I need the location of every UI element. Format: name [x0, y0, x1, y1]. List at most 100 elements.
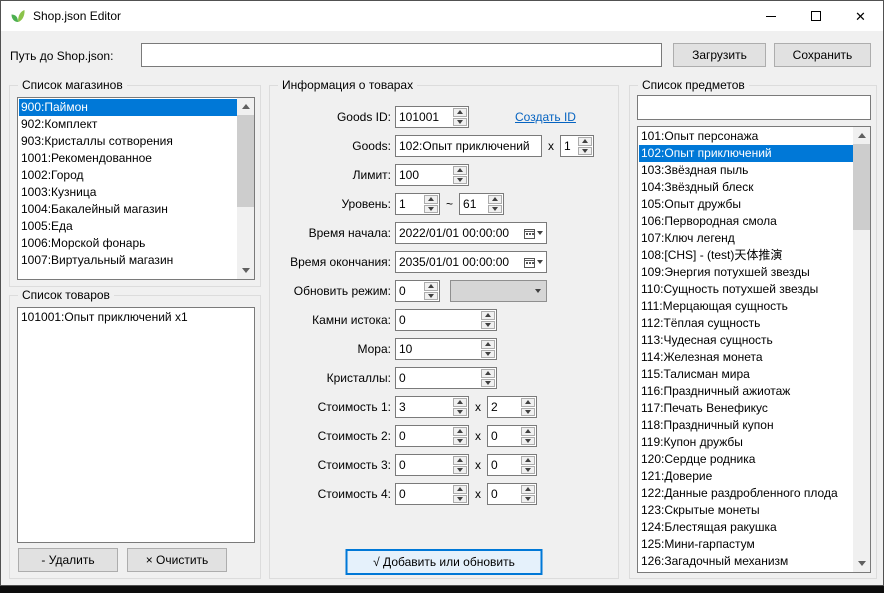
- spin-up-button[interactable]: [521, 456, 535, 465]
- combo-dropdown-button[interactable]: [529, 289, 546, 293]
- list-item[interactable]: 126:Загадочный механизм: [639, 553, 853, 570]
- spin-down-button[interactable]: [424, 205, 438, 214]
- item-search-input[interactable]: [637, 95, 871, 120]
- list-item[interactable]: 103:Звёздная пыль: [639, 162, 853, 179]
- calendar-dropdown-button[interactable]: [520, 257, 546, 268]
- list-item[interactable]: 112:Тёплая сущность: [639, 315, 853, 332]
- list-item[interactable]: 1001:Рекомендованное: [19, 150, 237, 167]
- spin-up-button[interactable]: [453, 485, 467, 494]
- cost-1-item-input[interactable]: [396, 397, 452, 417]
- scroll-down-button[interactable]: [237, 262, 254, 279]
- list-item[interactable]: 1005:Еда: [19, 218, 237, 235]
- spin-up-button[interactable]: [424, 282, 438, 291]
- spin-down-button[interactable]: [453, 408, 467, 417]
- list-item[interactable]: 120:Сердце родника: [639, 451, 853, 468]
- spin-down-button[interactable]: [578, 147, 592, 156]
- close-button[interactable]: ✕: [838, 1, 883, 31]
- list-item[interactable]: 110:Сущность потухшей звезды: [639, 281, 853, 298]
- spin-up-button[interactable]: [453, 398, 467, 407]
- level-max-input[interactable]: [460, 194, 487, 214]
- spin-down-button[interactable]: [453, 176, 467, 185]
- save-button[interactable]: Сохранить: [774, 43, 871, 67]
- spin-down-button[interactable]: [521, 495, 535, 504]
- spin-down-button[interactable]: [521, 437, 535, 446]
- spin-down-button[interactable]: [453, 466, 467, 475]
- list-item[interactable]: 107:Ключ легенд: [639, 230, 853, 247]
- scroll-down-button[interactable]: [853, 555, 870, 572]
- spin-down-button[interactable]: [453, 495, 467, 504]
- level-min-input[interactable]: [396, 194, 423, 214]
- spin-up-button[interactable]: [453, 166, 467, 175]
- list-item[interactable]: 108:[CHS] - (test)天体推演: [639, 247, 853, 264]
- list-item[interactable]: 900:Паймон: [19, 99, 237, 116]
- spin-down-button[interactable]: [481, 350, 495, 359]
- spin-down-button[interactable]: [521, 408, 535, 417]
- cost-1-count-input[interactable]: [488, 397, 520, 417]
- spin-up-button[interactable]: [481, 340, 495, 349]
- spin-down-button[interactable]: [481, 321, 495, 330]
- end-time-input[interactable]: [396, 255, 520, 269]
- scroll-track[interactable]: [237, 115, 254, 262]
- spin-up-button[interactable]: [424, 195, 438, 204]
- list-item[interactable]: 102:Опыт приключений: [639, 145, 853, 162]
- refresh-mode-combo[interactable]: [450, 280, 547, 302]
- list-item[interactable]: 109:Энергия потухшей звезды: [639, 264, 853, 281]
- cost-3-count-input[interactable]: [488, 455, 520, 475]
- list-item[interactable]: 115:Талисман мира: [639, 366, 853, 383]
- spin-up-button[interactable]: [481, 311, 495, 320]
- primogems-input[interactable]: [396, 310, 480, 330]
- scroll-track[interactable]: [853, 144, 870, 555]
- scroll-up-button[interactable]: [237, 98, 254, 115]
- spin-up-button[interactable]: [578, 137, 592, 146]
- list-item[interactable]: 101:Опыт персонажа: [639, 128, 853, 145]
- item-list-scrollbar[interactable]: [853, 127, 870, 572]
- spin-up-button[interactable]: [453, 108, 467, 117]
- list-item[interactable]: 123:Скрытые монеты: [639, 502, 853, 519]
- list-item[interactable]: 1002:Город: [19, 167, 237, 184]
- list-item[interactable]: 124:Блестящая ракушка: [639, 519, 853, 536]
- spin-up-button[interactable]: [453, 456, 467, 465]
- cost-4-count-input[interactable]: [488, 484, 520, 504]
- list-item[interactable]: 121:Доверие: [639, 468, 853, 485]
- list-item[interactable]: 116:Праздничный ажиотаж: [639, 383, 853, 400]
- spin-down-button[interactable]: [453, 118, 467, 127]
- goods-id-input[interactable]: [396, 107, 452, 127]
- spin-up-button[interactable]: [488, 195, 502, 204]
- path-input[interactable]: [141, 43, 662, 67]
- cost-3-item-input[interactable]: [396, 455, 452, 475]
- maximize-button[interactable]: [793, 1, 838, 31]
- list-item[interactable]: 104:Звёздный блеск: [639, 179, 853, 196]
- goods-input[interactable]: [395, 135, 542, 157]
- spin-down-button[interactable]: [521, 466, 535, 475]
- add-or-update-button[interactable]: √ Добавить или обновить: [346, 549, 543, 575]
- list-item[interactable]: 902:Комплект: [19, 116, 237, 133]
- list-item[interactable]: 1004:Бакалейный магазин: [19, 201, 237, 218]
- list-item[interactable]: 106:Первородная смола: [639, 213, 853, 230]
- list-item[interactable]: 903:Кристаллы сотворения: [19, 133, 237, 150]
- cost-4-item-input[interactable]: [396, 484, 452, 504]
- limit-input[interactable]: [396, 165, 452, 185]
- spin-down-button[interactable]: [481, 379, 495, 388]
- list-item[interactable]: 119:Купон дружбы: [639, 434, 853, 451]
- list-item[interactable]: 125:Мини-гарпастум: [639, 536, 853, 553]
- load-button[interactable]: Загрузить: [673, 43, 766, 67]
- list-item[interactable]: 114:Железная монета: [639, 349, 853, 366]
- clear-button[interactable]: × Очистить: [127, 548, 227, 572]
- cost-2-item-input[interactable]: [396, 426, 452, 446]
- refresh-mode-input[interactable]: [396, 281, 423, 301]
- crystals-input[interactable]: [396, 368, 480, 388]
- calendar-dropdown-button[interactable]: [520, 228, 546, 239]
- list-item[interactable]: 1006:Морской фонарь: [19, 235, 237, 252]
- list-item[interactable]: 117:Печать Венефикус: [639, 400, 853, 417]
- list-item[interactable]: 101001:Опыт приключений x1: [19, 309, 254, 326]
- create-id-link[interactable]: Создать ID: [515, 110, 576, 124]
- list-item[interactable]: 111:Мерцающая сущность: [639, 298, 853, 315]
- shop-list-scrollbar[interactable]: [237, 98, 254, 279]
- spin-up-button[interactable]: [521, 398, 535, 407]
- spin-down-button[interactable]: [453, 437, 467, 446]
- begin-time-input[interactable]: [396, 226, 520, 240]
- cost-2-count-input[interactable]: [488, 426, 520, 446]
- list-item[interactable]: 113:Чудесная сущность: [639, 332, 853, 349]
- spin-up-button[interactable]: [481, 369, 495, 378]
- mora-input[interactable]: [396, 339, 480, 359]
